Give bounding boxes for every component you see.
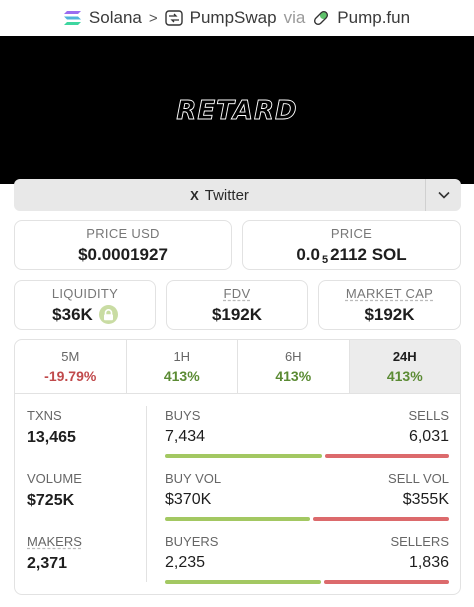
txns-stat: TXNS 13,465	[27, 408, 76, 447]
buys-sells-stat: BUYS SELLS 7,434 6,031	[165, 408, 449, 458]
dex-link[interactable]: PumpSwap	[190, 8, 277, 28]
sellers-label: SELLERS	[390, 534, 449, 549]
sell-vol-bar	[312, 517, 449, 521]
sells-label: SELLS	[408, 408, 449, 423]
svg-text:RETARD: RETARD	[176, 96, 297, 125]
lock-icon[interactable]	[98, 305, 118, 324]
buyers-value: 2,235	[165, 554, 206, 571]
buy-vol-label: BUY VOL	[165, 471, 222, 486]
price-usd-card: PRICE USD $0.0001927	[14, 220, 232, 270]
timeframe-tabs: 5M -19.79% 1H 413% 6H 413% 24H 413%	[15, 340, 460, 394]
buyers-ratio-bar	[165, 580, 449, 584]
buys-label: BUYS	[165, 408, 201, 423]
price-usd-value: $0.0001927	[78, 244, 168, 264]
sellers-bar	[323, 580, 449, 584]
price-native-card: PRICE 0.0 5 2112 SOL	[242, 220, 461, 270]
token-logo: RETARD	[176, 96, 297, 125]
pumpswap-icon	[164, 9, 183, 27]
buy-sell-volume-stat: BUY VOL SELL VOL $370K $355K	[165, 471, 449, 521]
sell-vol-value: $355K	[402, 491, 449, 508]
buy-vol-value: $370K	[165, 491, 212, 508]
makers-label[interactable]: MAKERS	[27, 534, 82, 549]
sell-bar	[324, 454, 449, 458]
pill-icon	[312, 9, 330, 27]
trading-stats-panel: 5M -19.79% 1H 413% 6H 413% 24H 413% TXNS…	[14, 339, 461, 595]
chain-link[interactable]: Solana	[89, 8, 142, 28]
via-text: via	[283, 8, 306, 27]
change-5m: -19.79%	[44, 368, 97, 384]
chevron-right-icon: >	[148, 9, 158, 27]
buy-bar	[165, 454, 322, 458]
buyers-sellers-stat: BUYERS SELLERS 2,235 1,836	[165, 534, 449, 584]
tab-24h[interactable]: 24H 413%	[349, 340, 460, 393]
change-24h: 413%	[386, 368, 423, 384]
fdv-label[interactable]: FDV	[224, 286, 251, 301]
buys-value: 7,434	[165, 428, 206, 445]
twitter-button[interactable]: X Twitter	[14, 179, 425, 211]
fdv-card: FDV $192K	[166, 280, 308, 330]
price-native-value: 0.0 5 2112 SOL	[296, 244, 407, 266]
volume-ratio-bar	[165, 517, 449, 521]
fdv-value: $192K	[211, 304, 263, 324]
tab-6h[interactable]: 6H 413%	[238, 340, 350, 393]
price-usd-label: PRICE USD	[86, 225, 160, 241]
solana-icon	[64, 9, 82, 27]
more-links-dropdown[interactable]	[425, 179, 461, 211]
divider	[146, 406, 147, 582]
sell-vol-label: SELL VOL	[388, 471, 449, 486]
x-logo-icon: X	[190, 187, 199, 203]
breadcrumb: Solana > PumpSwap via Pump.fun	[0, 0, 474, 36]
buy-vol-bar	[165, 517, 310, 521]
change-6h: 413%	[275, 368, 312, 384]
tab-5m[interactable]: 5M -19.79%	[15, 340, 127, 393]
social-links-bar: X Twitter	[14, 179, 461, 211]
buyers-label: BUYERS	[165, 534, 219, 549]
buyers-bar	[165, 580, 321, 584]
price-native-label: PRICE	[330, 225, 373, 241]
volume-label: VOLUME	[27, 471, 82, 486]
twitter-label: Twitter	[204, 186, 249, 204]
liquidity-card: LIQUIDITY $36K	[14, 280, 156, 330]
volume-stat: VOLUME $725K	[27, 471, 82, 510]
makers-stat: MAKERS 2,371	[27, 534, 82, 573]
makers-value: 2,371	[27, 555, 68, 572]
sellers-value: 1,836	[408, 554, 449, 571]
chevron-down-icon	[437, 191, 450, 199]
change-1h: 413%	[163, 368, 200, 384]
volume-value: $725K	[27, 492, 75, 509]
token-banner: RETARD	[0, 36, 474, 184]
sells-value: 6,031	[408, 428, 449, 445]
liquidity-value: $36K	[52, 305, 118, 325]
txns-label: TXNS	[27, 408, 62, 423]
launchpad-link[interactable]: Pump.fun	[337, 8, 410, 28]
market-cap-card: MARKET CAP $192K	[318, 280, 461, 330]
liquidity-label: LIQUIDITY	[51, 285, 119, 301]
buys-sells-ratio-bar	[165, 454, 449, 458]
market-cap-value: $192K	[364, 304, 415, 324]
txns-value: 13,465	[27, 429, 76, 446]
market-cap-label[interactable]: MARKET CAP	[346, 286, 433, 301]
tab-1h[interactable]: 1H 413%	[127, 340, 238, 393]
